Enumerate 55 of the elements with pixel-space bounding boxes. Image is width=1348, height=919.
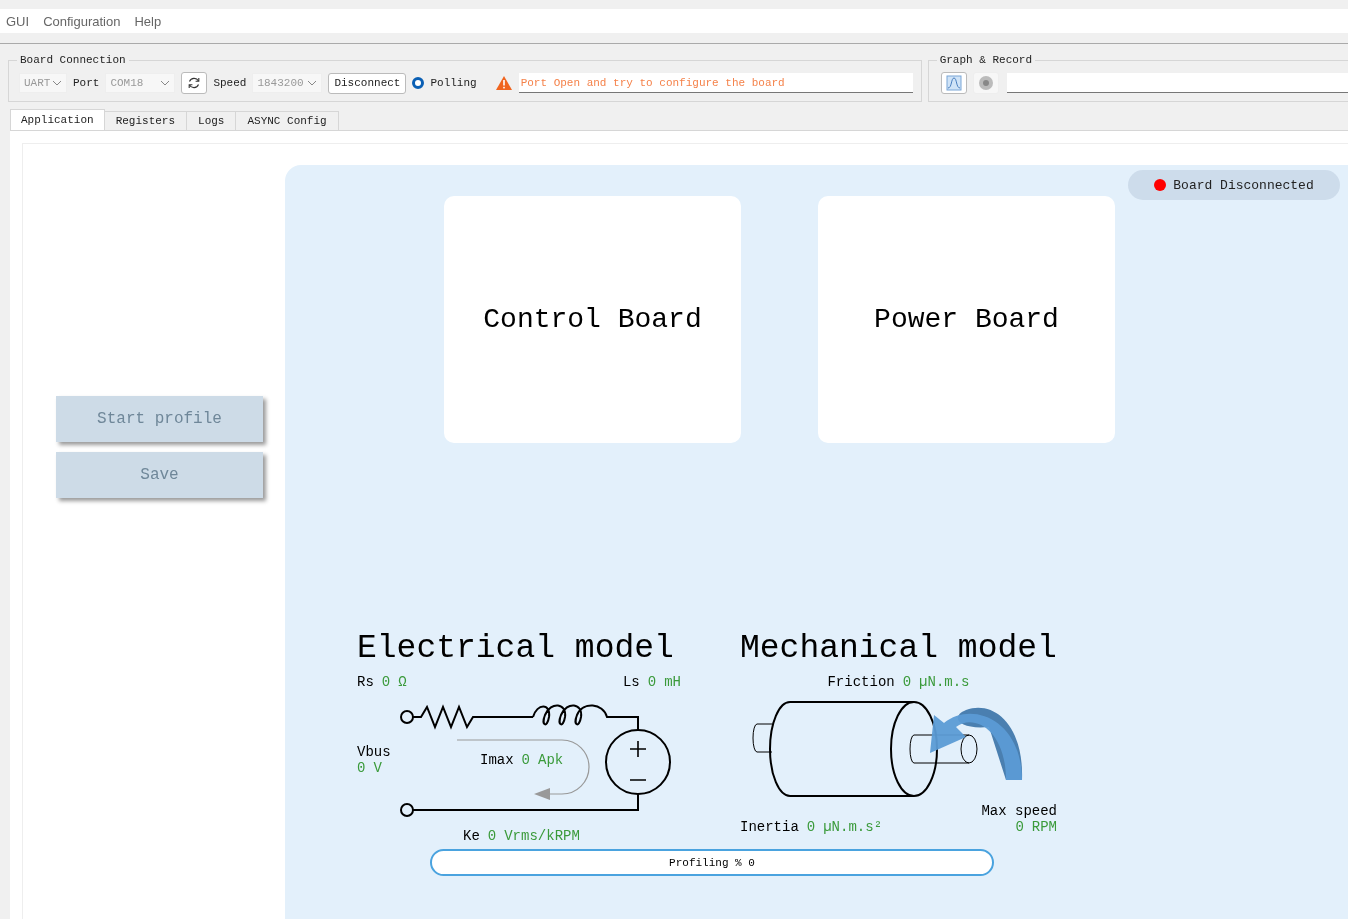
tab[interactable]: Registers <box>104 111 188 131</box>
param-label: Rs <box>357 674 374 690</box>
param-label: Imax <box>480 752 514 768</box>
refresh-button[interactable] <box>181 72 208 94</box>
caret-icon <box>52 80 62 86</box>
group-title: Graph & Record <box>938 54 1034 66</box>
param-label: Ke <box>463 828 480 844</box>
board-label: Power Board <box>874 304 1059 335</box>
status-label: Board Disconnected <box>1173 177 1314 193</box>
record-icon <box>977 75 994 91</box>
param-unit: Apk <box>538 752 564 768</box>
model-title: Mechanical model <box>740 630 1057 668</box>
menu-item[interactable]: Configuration <box>37 13 129 29</box>
tab[interactable]: Logs <box>187 111 237 131</box>
caret-icon <box>307 80 318 86</box>
polling-radio[interactable]: Polling <box>412 77 477 89</box>
param-value: 0 <box>487 828 497 844</box>
param-value: 0 <box>521 752 530 768</box>
graph-button[interactable] <box>940 72 967 94</box>
speed-label: Speed <box>213 77 247 89</box>
menu-item[interactable]: Help <box>128 13 170 29</box>
chart-icon <box>945 75 962 91</box>
param-label: Inertia <box>740 819 799 835</box>
param-label: Friction <box>827 674 895 690</box>
param-unit: µN.m.s <box>919 674 970 690</box>
param-value: 0 <box>381 674 391 690</box>
port-label: Port <box>73 77 100 89</box>
param-unit: µN.m.s² <box>823 819 883 835</box>
param-label: Vbus <box>357 744 391 760</box>
input-field[interactable] <box>1006 73 1348 93</box>
param-label: Ls <box>622 674 640 690</box>
param-unit: Vrms/kRPM <box>504 828 580 844</box>
group-title: Board Connection <box>19 54 127 66</box>
menu-item[interactable]: GUI <box>0 13 38 29</box>
param-value: 0 <box>1015 819 1024 835</box>
model-title: Electrical model <box>357 630 675 668</box>
tab[interactable]: Application <box>10 109 105 130</box>
param-value: 0 <box>902 674 912 690</box>
tab[interactable]: ASYNC Config <box>236 111 339 131</box>
param-unit: RPM <box>1031 819 1057 835</box>
param-value: 0 <box>647 674 657 690</box>
param-unit: Ω <box>398 674 407 690</box>
param-value: 0 <box>357 760 366 776</box>
progress-label: Profiling % 0 <box>669 856 755 869</box>
param-value: 0 <box>806 819 816 835</box>
warning-icon <box>494 75 513 91</box>
param-unit: V <box>373 760 382 776</box>
board-card[interactable]: Control Board <box>444 196 741 443</box>
param-unit: mH <box>664 674 681 690</box>
caret-icon <box>160 80 171 86</box>
board-label: Control Board <box>483 304 702 335</box>
board-card[interactable]: Power Board <box>818 196 1115 443</box>
refresh-icon <box>187 76 202 90</box>
param-label: Max speed <box>981 803 1057 819</box>
disconnect-button[interactable]: Disconnect <box>328 72 407 94</box>
